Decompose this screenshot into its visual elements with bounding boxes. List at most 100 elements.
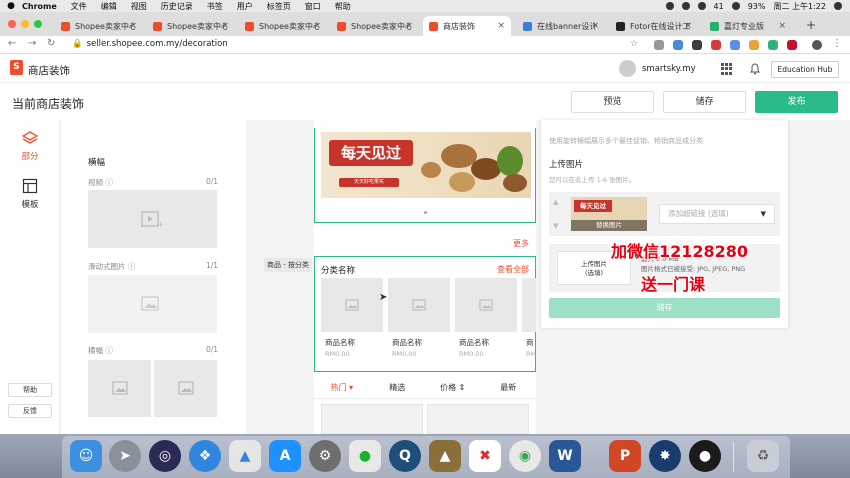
menu-app-name[interactable]: Chrome [22,2,57,11]
tab-close-icon[interactable]: × [497,21,505,31]
banner-thumbnail[interactable]: 每天见过 替换图片 [571,197,647,231]
help-button[interactable]: 帮助 [8,383,52,397]
menu-file[interactable]: 文件 [71,1,87,12]
close-window-icon[interactable] [8,20,16,28]
more-link[interactable]: 更多 [513,238,529,249]
clock[interactable]: 周二 上午1:22 [773,1,826,12]
pineapple-app-icon[interactable]: ▲ [429,440,461,472]
bell-icon[interactable] [750,63,760,75]
nav-template[interactable]: 模板 [0,178,60,210]
safari-icon[interactable]: ❖ [189,440,221,472]
minimize-window-icon[interactable] [21,20,29,28]
move-down-icon[interactable]: ▼ [553,222,558,230]
settings-save-button[interactable]: 储存 [549,298,780,318]
siri-icon[interactable]: ◎ [149,440,181,472]
product-card[interactable]: 商品名称 RM0.00 [321,278,383,358]
menu-help[interactable]: 帮助 [335,1,351,12]
menu-window[interactable]: 窗口 [305,1,321,12]
hyperlink-select[interactable]: 添加超链接 (选填) ▼ [659,204,775,224]
forward-icon[interactable]: → [28,38,36,49]
carousel-component[interactable] [88,275,217,333]
menu-edit[interactable]: 编辑 [101,1,117,12]
status-app-icon[interactable] [665,2,674,10]
nav-section[interactable]: 部分 [0,130,60,162]
word-icon[interactable]: W [549,440,581,472]
banner-component-left[interactable] [88,360,151,417]
launchpad-icon[interactable]: ➤ [109,440,141,472]
apps-grid-icon[interactable] [721,63,733,75]
carousel-pager-dot[interactable] [424,211,427,214]
browser-tab[interactable]: 在线banner设计 × [517,16,605,36]
product-card[interactable]: 商 RM [522,278,536,358]
shopee-logo-icon[interactable]: S [10,60,23,75]
extension-icon[interactable] [730,40,740,50]
tab-close-icon[interactable]: × [221,21,229,31]
extension-icon[interactable] [673,40,683,50]
app-store-icon[interactable]: A [269,440,301,472]
education-hub-button[interactable]: Education Hub [771,61,839,78]
qq-icon[interactable]: ● [689,440,721,472]
sort-best[interactable]: 精选 [370,382,426,393]
sort-price[interactable]: 价格 ⇕ [425,382,481,393]
tab-close-icon[interactable]: × [313,21,321,31]
menu-people[interactable]: 用户 [237,1,253,12]
tab-close-icon[interactable]: × [778,21,786,31]
url-field[interactable]: 🔒 seller.shopee.com.my/decoration [72,39,228,49]
sort-hot[interactable]: 热门 ▾ [314,382,370,393]
finder-icon[interactable]: ☺ [70,440,102,472]
back-icon[interactable]: ← [8,38,16,49]
replace-image-button[interactable]: 替换图片 [571,220,647,231]
view-all-link[interactable]: 查看全部 [497,264,529,275]
avatar[interactable] [619,60,636,77]
trash-icon[interactable]: ♻ [747,440,779,472]
publish-button[interactable]: 发布 [755,91,838,113]
extension-icon[interactable] [711,40,721,50]
tab-close-icon[interactable]: × [405,21,413,31]
browser-tab[interactable]: Shopee卖家中心 × [55,16,143,36]
username[interactable]: smartsky.my [642,64,696,74]
quicktime-icon[interactable]: Q [389,440,421,472]
wechat-icon[interactable]: ● [349,440,381,472]
reload-icon[interactable]: ↻ [47,38,55,49]
bookmark-star-icon[interactable]: ☆ [630,39,638,49]
screen-recorder-icon[interactable]: ✸ [649,440,681,472]
product-card[interactable]: 商品名称 RM0.00 [388,278,450,358]
menu-bookmarks[interactable]: 书签 [207,1,223,12]
status-app-icon-3[interactable] [697,2,706,10]
extension-icon[interactable] [749,40,759,50]
video-component[interactable]: + [88,190,217,248]
keynote-icon[interactable]: ▲ [229,440,261,472]
extension-icon[interactable] [787,40,797,50]
tab-close-icon[interactable]: × [129,21,137,31]
browser-menu-icon[interactable]: ⋮ [832,38,842,49]
move-up-icon[interactable]: ▲ [553,198,558,206]
banner-component-right[interactable] [154,360,217,417]
preview-button[interactable]: 预览 [571,91,654,113]
tab-close-icon[interactable]: × [684,21,692,31]
menu-tab[interactable]: 标签页 [267,1,291,12]
browser-tab[interactable]: Shopee卖家中心 × [147,16,235,36]
menu-history[interactable]: 历史记录 [161,1,193,12]
extension-icon[interactable] [692,40,702,50]
tab-close-icon[interactable]: × [591,21,599,31]
system-preferences-icon[interactable]: ⚙ [309,440,341,472]
browser-tab[interactable]: 商店装饰 × [423,16,511,36]
profile-icon[interactable] [812,40,822,50]
status-app-icon-2[interactable] [681,2,690,10]
wifi-icon[interactable] [731,2,740,10]
xmind-icon[interactable]: ✖ [469,440,501,472]
zoom-window-icon[interactable] [34,20,42,28]
apple-menu-icon[interactable]: ● [0,1,22,11]
feedback-button[interactable]: 反馈 [8,404,52,418]
browser-tab[interactable]: Fotor在线设计工 × [610,16,698,36]
chrome-icon[interactable]: ◉ [509,440,541,472]
powerpoint-icon[interactable]: P [609,440,641,472]
sort-newest[interactable]: 最新 [481,382,537,393]
new-tab-icon[interactable]: + [806,18,816,32]
carousel-banner-block[interactable]: 每天见过 天天好吃果实 [314,128,536,223]
menu-view[interactable]: 视图 [131,1,147,12]
browser-tab[interactable]: Shopee卖家中心 × [239,16,327,36]
extension-icon[interactable] [768,40,778,50]
browser-tab[interactable]: Shopee卖家中心 × [331,16,419,36]
spotlight-search-icon[interactable] [834,2,842,10]
